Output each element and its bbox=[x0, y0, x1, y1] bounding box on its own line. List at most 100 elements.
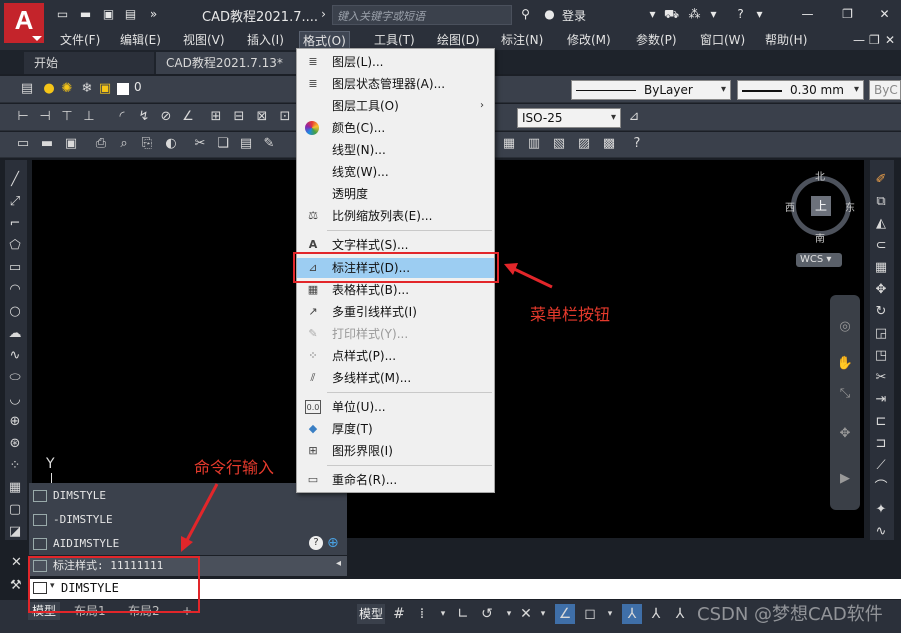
history-line[interactable]: AIDIMSTYLE bbox=[33, 533, 119, 555]
polyline-tool-icon[interactable]: ⌐ bbox=[6, 215, 24, 233]
compass-south[interactable]: 南 bbox=[815, 230, 825, 245]
network-icon[interactable]: ⁂ bbox=[687, 7, 702, 21]
ellipse-arc-tool-icon[interactable]: ◡ bbox=[6, 391, 24, 409]
new-icon[interactable]: ▭ bbox=[14, 135, 32, 153]
ordinate-dim-icon[interactable]: ⊥ bbox=[80, 108, 98, 126]
fillet-icon[interactable]: ⌒ bbox=[872, 479, 890, 497]
offset-icon[interactable]: ⊂ bbox=[872, 237, 890, 255]
grid-icon[interactable]: # bbox=[389, 604, 409, 624]
compass-west[interactable]: 西 bbox=[785, 199, 795, 214]
menu-item-rename[interactable]: ▭ 重命名(R)... bbox=[297, 470, 494, 490]
block-icon[interactable]: ▦ bbox=[500, 135, 518, 153]
search-input[interactable]: 键入关键字或短语 bbox=[332, 5, 512, 25]
wcs-menu[interactable]: WCS ▾ bbox=[796, 253, 842, 267]
calc-icon[interactable]: ▩ bbox=[600, 135, 618, 153]
blend-icon[interactable]: ∿ bbox=[872, 523, 890, 541]
dropdown-arrow-icon[interactable]: ▾ bbox=[533, 604, 553, 624]
open-folder-icon[interactable]: ▬ bbox=[78, 7, 93, 21]
menu-item-point-style[interactable]: ⁘ 点样式(P)... bbox=[297, 346, 494, 366]
help-icon[interactable]: ? bbox=[628, 135, 646, 153]
polygon-tool-icon[interactable]: ⬠ bbox=[6, 237, 24, 255]
move-icon[interactable]: ✥ bbox=[872, 281, 890, 299]
match-prop-icon[interactable]: ✎ bbox=[260, 135, 278, 153]
menu-edit[interactable]: 编辑(E) bbox=[117, 31, 164, 49]
revcloud-tool-icon[interactable]: ☁ bbox=[6, 325, 24, 343]
orbit-icon[interactable]: ✥ bbox=[836, 425, 854, 443]
menu-window[interactable]: 窗口(W) bbox=[697, 31, 748, 49]
publish-icon[interactable]: ◐ bbox=[162, 135, 180, 153]
dropdown-arrow-icon[interactable]: ▾ bbox=[706, 7, 721, 21]
showmotion-icon[interactable]: ▶ bbox=[836, 470, 854, 488]
collapse-left-icon[interactable]: ◂ bbox=[336, 558, 341, 569]
dropdown-arrow-icon[interactable]: ▾ bbox=[433, 604, 453, 624]
cart-icon[interactable]: ⛟ bbox=[664, 7, 679, 21]
bulb-icon[interactable]: ● bbox=[40, 80, 58, 98]
insert-block-icon[interactable]: ⊕ bbox=[6, 413, 24, 431]
copy-icon[interactable]: ❏ bbox=[214, 135, 232, 153]
stretch-icon[interactable]: ◳ bbox=[872, 347, 890, 365]
chevron-right-icon[interactable]: › bbox=[316, 7, 331, 21]
tab-start[interactable]: 开始 bbox=[24, 52, 154, 74]
steering-wheel-icon[interactable]: ◎ bbox=[836, 318, 854, 336]
menu-item-table-style[interactable]: ▦ 表格样式(B)... bbox=[297, 280, 494, 300]
plotstyle-combo[interactable]: ByC bbox=[869, 80, 901, 100]
copy-object-icon[interactable]: ⧉ bbox=[872, 193, 890, 211]
circle-tool-icon[interactable]: ○ bbox=[6, 303, 24, 321]
snap-icon[interactable]: ⁞ bbox=[412, 604, 432, 624]
menu-item-color[interactable]: 颜色(C)... bbox=[297, 118, 494, 138]
line-tool-icon[interactable]: ╱ bbox=[6, 171, 24, 189]
hatch-tool-icon[interactable]: ▦ bbox=[6, 479, 24, 497]
dim-space-icon[interactable]: ⊡ bbox=[276, 108, 294, 126]
rectangle-tool-icon[interactable]: ▭ bbox=[6, 259, 24, 277]
menu-item-scale-list[interactable]: ⚖ 比例缩放列表(E)... bbox=[297, 206, 494, 226]
pan-hand-icon[interactable]: ✋ bbox=[836, 355, 854, 373]
help-icon[interactable]: ? bbox=[309, 536, 323, 550]
menu-view[interactable]: 视图(V) bbox=[180, 31, 228, 49]
dimstyle-manager-icon[interactable]: ⊿ bbox=[625, 108, 643, 126]
dropdown-arrow-icon[interactable]: ▾ bbox=[600, 604, 620, 624]
quick-dim-icon[interactable]: ⊞ bbox=[207, 108, 225, 126]
polar-icon[interactable]: ↺ bbox=[477, 604, 497, 624]
menu-item-lineweight[interactable]: 线宽(W)... bbox=[297, 162, 494, 182]
annotation-scale-icon[interactable]: ⅄ bbox=[622, 604, 642, 624]
open-icon[interactable]: ▬ bbox=[38, 135, 56, 153]
make-block-icon[interactable]: ⊛ bbox=[6, 435, 24, 453]
more-icon[interactable]: » bbox=[146, 7, 161, 21]
annotation-visibility-icon[interactable]: ⅄ bbox=[646, 604, 666, 624]
history-line[interactable]: -DIMSTYLE bbox=[33, 509, 113, 531]
menu-item-layer[interactable]: ≣ 图层(L)... bbox=[297, 52, 494, 72]
linear-dim-icon[interactable]: ⊢ bbox=[14, 108, 32, 126]
angular-dim-icon[interactable]: ∠ bbox=[179, 108, 197, 126]
menu-param[interactable]: 参数(P) bbox=[633, 31, 680, 49]
save-icon[interactable]: ▣ bbox=[101, 7, 116, 21]
menu-item-layer-state[interactable]: ≣ 图层状态管理器(A)... bbox=[297, 74, 494, 94]
doc-close-icon[interactable]: ✕ bbox=[882, 31, 898, 49]
save-as-icon[interactable]: ▤ bbox=[123, 7, 138, 21]
cut-icon[interactable]: ✂ bbox=[191, 135, 209, 153]
save-icon[interactable]: ▣ bbox=[62, 135, 80, 153]
erase-icon[interactable]: ✐ bbox=[872, 171, 890, 189]
close-window-icon[interactable]: ✕ bbox=[877, 7, 892, 21]
user-icon[interactable]: ● bbox=[542, 7, 557, 21]
array-icon[interactable]: ▦ bbox=[872, 259, 890, 277]
baseline-dim-icon[interactable]: ⊟ bbox=[230, 108, 248, 126]
ellipse-tool-icon[interactable]: ⬭ bbox=[6, 369, 24, 387]
rotate-icon[interactable]: ↻ bbox=[872, 303, 890, 321]
dropdown-arrow-icon[interactable]: ▾ bbox=[645, 7, 660, 21]
menu-dimension[interactable]: 标注(N) bbox=[498, 31, 546, 49]
autoscale-icon[interactable]: ⅄ bbox=[670, 604, 690, 624]
menu-item-limits[interactable]: ⊞ 图形界限(I) bbox=[297, 441, 494, 461]
linetype-combo[interactable]: ByLayer ▾ bbox=[571, 80, 731, 100]
print-icon[interactable]: ⎙ bbox=[92, 135, 110, 153]
binoculars-icon[interactable]: ⚲ bbox=[518, 7, 533, 21]
menu-draw[interactable]: 绘图(D) bbox=[434, 31, 483, 49]
mirror-icon[interactable]: ◭ bbox=[872, 215, 890, 233]
chamfer-icon[interactable]: ⟋ bbox=[872, 457, 890, 475]
wrench-icon[interactable]: ⚒ bbox=[10, 578, 22, 593]
close-command-icon[interactable]: ✕ bbox=[11, 555, 22, 570]
diameter-dim-icon[interactable]: ⊘ bbox=[157, 108, 175, 126]
trim-icon[interactable]: ✂ bbox=[872, 369, 890, 387]
menu-item-linetype[interactable]: 线型(N)... bbox=[297, 140, 494, 160]
print-preview-icon[interactable]: ⌕ bbox=[115, 135, 133, 153]
compass-north[interactable]: 北 bbox=[815, 168, 825, 183]
